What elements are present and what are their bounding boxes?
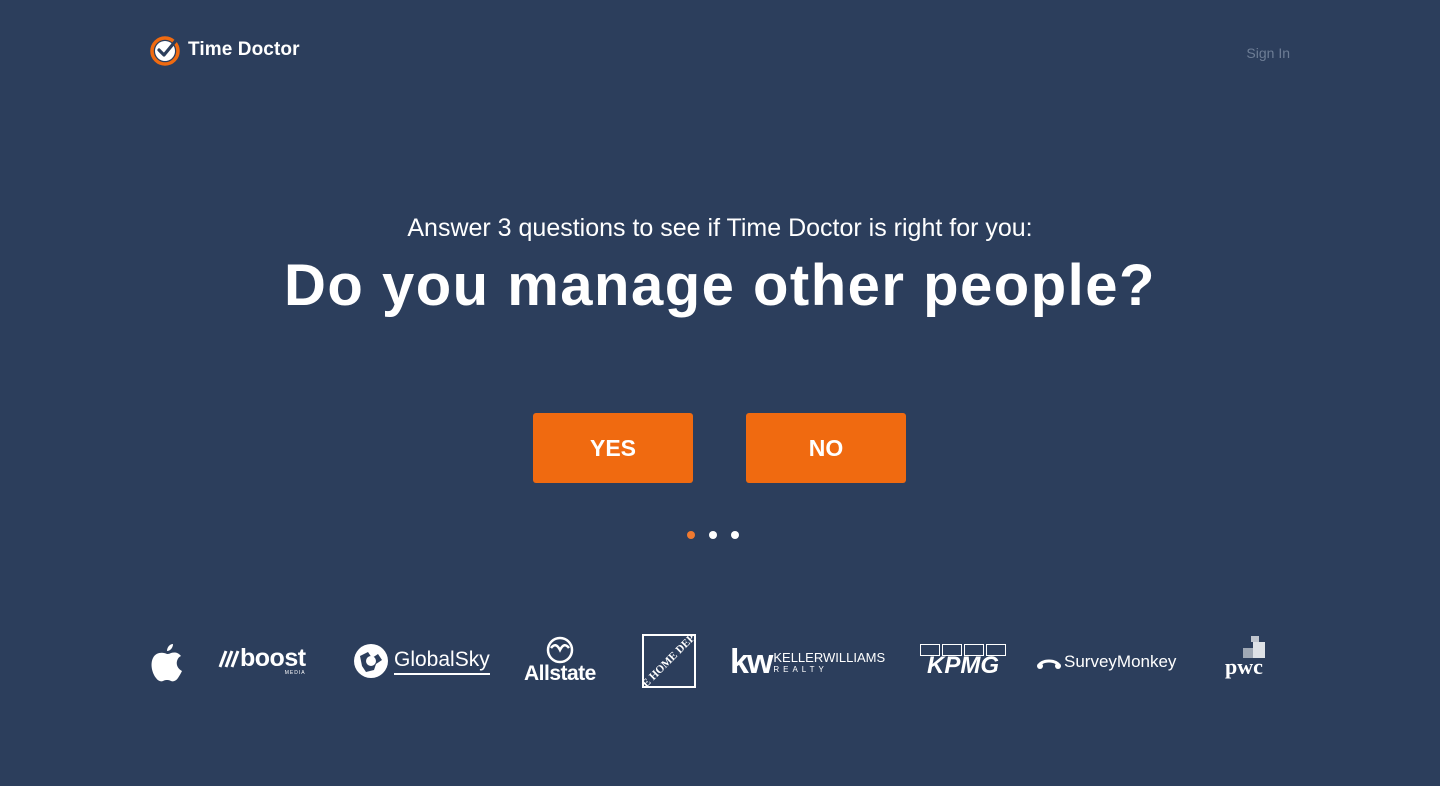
boost-subtext: MEDIA [284, 670, 306, 676]
home-depot-logo: THE HOME DEPOT [642, 634, 696, 688]
yes-button[interactable]: YES [533, 413, 693, 483]
pwc-logo: pwc [1225, 636, 1265, 680]
kpmg-logo: KPMG [920, 644, 1006, 680]
kpmg-text: KPMG [927, 652, 999, 679]
customer-logos: boost MEDIA GlobalSky Allstate HOME DEPO… [150, 632, 1290, 690]
boost-text: boost [240, 644, 306, 672]
clock-check-icon [150, 34, 182, 66]
pwc-text: pwc [1225, 654, 1263, 679]
keller-williams-logo: kw KELLERWILLIAMS REALTY [730, 645, 885, 679]
progress-dot-3 [731, 531, 739, 539]
logo-text: Time Doctor [188, 39, 300, 60]
surveymonkey-text: SurveyMonkey [1064, 652, 1177, 671]
home-depot-text: THE HOME DEPOT [644, 634, 696, 686]
quiz-question: Do you manage other people? [284, 253, 1156, 318]
progress-dot-1 [687, 531, 695, 539]
allstate-text: Allstate [524, 662, 596, 685]
quiz-page: Time Doctor Sign In Answer 3 questions t… [0, 0, 1440, 786]
no-button[interactable]: NO [746, 413, 906, 483]
sign-in-link[interactable]: Sign In [1246, 45, 1290, 61]
answer-buttons: YES NO [533, 413, 906, 483]
progress-dots [687, 531, 739, 539]
globalsky-text: GlobalSky [394, 647, 490, 671]
quiz-subtitle: Answer 3 questions to see if Time Doctor… [407, 214, 1033, 242]
progress-dot-2 [709, 531, 717, 539]
apple-logo [150, 642, 184, 682]
kw-name: KELLERWILLIAMS [773, 650, 886, 665]
kw-sub: REALTY [773, 665, 828, 674]
globalsky-logo: GlobalSky [352, 642, 490, 680]
kw-mark: kw [730, 643, 773, 681]
time-doctor-logo[interactable]: Time Doctor [150, 34, 300, 66]
boost-media-logo: boost MEDIA [218, 644, 306, 676]
allstate-logo: Allstate [524, 636, 596, 686]
surveymonkey-logo: SurveyMonkey [1036, 652, 1176, 672]
